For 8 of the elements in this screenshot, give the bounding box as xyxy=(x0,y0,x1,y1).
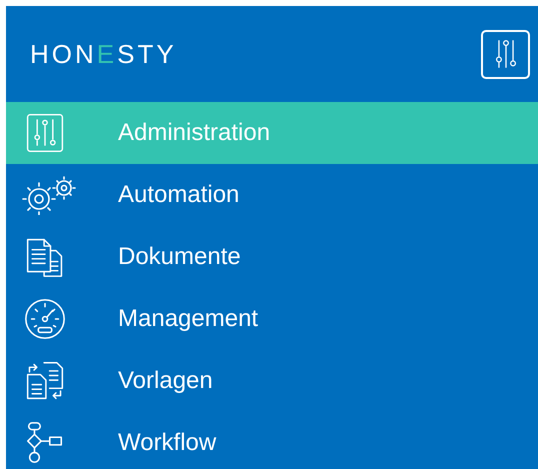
gauge-icon xyxy=(22,297,68,341)
menu-item[interactable]: Management xyxy=(6,288,538,350)
menu-item[interactable]: Workflow xyxy=(6,412,538,469)
logo: HON E STY xyxy=(30,38,177,70)
menu-item[interactable]: Automation xyxy=(6,164,538,226)
settings-button[interactable] xyxy=(481,30,530,78)
menu-item[interactable]: Vorlagen xyxy=(6,350,538,412)
menu-item[interactable]: Dokumente xyxy=(6,226,538,288)
